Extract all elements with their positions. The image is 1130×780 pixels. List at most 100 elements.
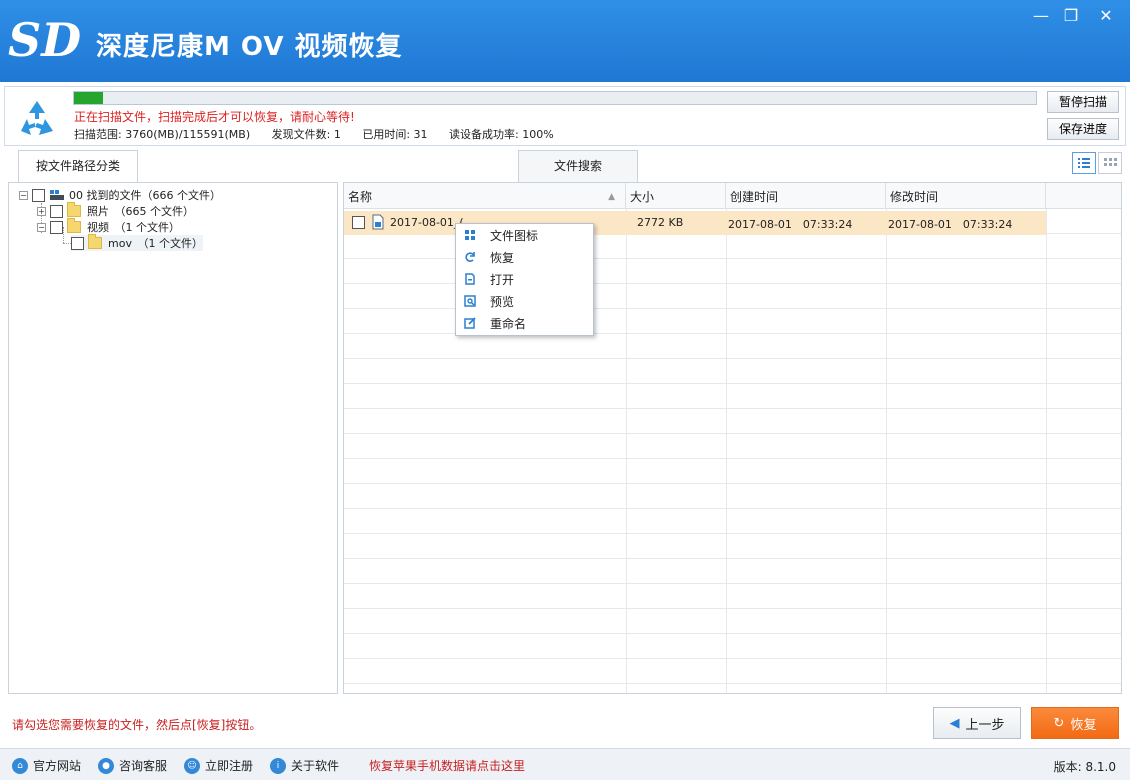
grid-divider [626, 209, 627, 693]
grid-icon [465, 230, 475, 240]
root-checkbox[interactable] [32, 188, 45, 202]
table-row-empty [344, 384, 1121, 409]
scan-status-text: 正在扫描文件，扫描完成后才可以恢复，请耐心等待! [74, 110, 355, 124]
menu-item-label: 重命名 [490, 316, 527, 331]
files-found: 发现文件数: 1 [271, 128, 341, 141]
version-label: 版本: 8.1.0 [1053, 760, 1116, 774]
table-row-empty [344, 434, 1121, 459]
collapse-icon[interactable]: − [19, 190, 28, 200]
table-row-empty [344, 484, 1121, 509]
grid-divider [1046, 209, 1047, 693]
recover-hint: 请勾选您需要恢复的文件，然后点[恢复]按钮。 [12, 718, 262, 732]
recover-button[interactable]: ↻ 恢复 [1031, 707, 1119, 739]
row-checkbox[interactable] [352, 216, 365, 229]
menu-item-label: 预览 [490, 294, 515, 309]
list-view-icon [1078, 158, 1090, 168]
scan-range: 扫描范围: 3760(MB)/115591(MB) [74, 128, 251, 141]
grid-view-icon [1104, 158, 1117, 166]
info-icon: i [270, 757, 286, 774]
table-row-empty [344, 534, 1121, 559]
home-icon: ⌂ [12, 757, 28, 774]
photos-checkbox[interactable] [50, 204, 63, 218]
collapse-icon[interactable]: − [37, 222, 46, 232]
recycle-icon [21, 101, 53, 135]
cell-created-time: 2017-08-01 07:33:24 [728, 218, 853, 231]
menu-item-file-icon[interactable]: 文件图标 [456, 224, 593, 246]
pause-scan-button[interactable]: 暂停扫描 [1047, 91, 1119, 113]
tree-item-root[interactable]: − 00 找到的文件（666 个文件） [19, 187, 221, 203]
back-button[interactable]: ◀ 上一步 [933, 707, 1021, 739]
tab-file-search[interactable]: 文件搜索 [518, 150, 638, 182]
menu-item-label: 恢复 [490, 250, 515, 265]
mov-checkbox[interactable] [71, 236, 84, 250]
table-row-empty [344, 559, 1121, 584]
tree-label: 照片 （665 个文件） [87, 205, 194, 218]
grid-divider [726, 209, 727, 693]
scan-progress-bar [73, 91, 1037, 105]
register-link[interactable]: ☺ 立即注册 [184, 757, 253, 774]
grid-view-button[interactable] [1098, 152, 1122, 174]
arrow-left-icon: ◀ [949, 715, 960, 731]
videos-checkbox[interactable] [50, 220, 63, 234]
table-row-empty [344, 609, 1121, 634]
save-progress-button[interactable]: 保存进度 [1047, 118, 1119, 140]
context-menu: 文件图标 恢复 打开 预览 重命名 [455, 223, 594, 336]
table-row-empty [344, 509, 1121, 534]
table-row-empty [344, 659, 1121, 684]
official-website-link[interactable]: ⌂ 官方网站 [12, 757, 81, 774]
close-button[interactable]: ✕ [1091, 4, 1121, 28]
expand-icon[interactable]: + [37, 206, 46, 216]
grid-divider [886, 209, 887, 693]
refresh-icon: ↻ [1053, 715, 1065, 731]
menu-item-open[interactable]: 打开 [456, 268, 593, 290]
list-header: 名称 ▲ 大小 创建时间 修改时间 [344, 183, 1121, 209]
elapsed-time: 已用时间: 31 [362, 128, 428, 141]
tree-label: 00 找到的文件（666 个文件） [69, 189, 221, 202]
column-header-size[interactable]: 大小 [626, 183, 726, 209]
refresh-icon [465, 252, 475, 262]
list-view-button[interactable] [1072, 152, 1096, 174]
sd-logo-icon: SD [8, 13, 81, 66]
customer-service-link[interactable]: ● 咨询客服 [98, 757, 167, 774]
column-header-name[interactable]: 名称 ▲ [344, 183, 626, 209]
table-row-empty [344, 334, 1121, 359]
minimize-button[interactable]: — [1026, 4, 1056, 28]
column-header-modified[interactable]: 修改时间 [886, 183, 1046, 209]
menu-item-label: 打开 [490, 272, 515, 287]
cell-file-name: 2017-08-01_( [390, 216, 464, 229]
file-icon [465, 273, 475, 285]
table-row-empty [344, 409, 1121, 434]
folder-icon [67, 202, 81, 217]
folder-icon [67, 218, 81, 233]
read-success-rate: 读设备成功率: 100% [449, 128, 554, 141]
table-row-empty [344, 584, 1121, 609]
preview-icon [464, 295, 476, 307]
tree-item-mov[interactable]: mov （1 个文件） [71, 234, 203, 251]
tab-by-path[interactable]: 按文件路径分类 [18, 150, 138, 182]
footer-label: 官方网站 [33, 759, 82, 773]
folder-tree: − 00 找到的文件（666 个文件） + 照片 （665 个文件） − 视频 … [8, 182, 338, 694]
scan-progress-fill [74, 92, 103, 104]
scan-stats: 扫描范围: 3760(MB)/115591(MB) 发现文件数: 1 已用时间:… [74, 126, 572, 142]
menu-item-preview[interactable]: 预览 [456, 290, 593, 312]
menu-item-recover[interactable]: 恢复 [456, 246, 593, 268]
about-link[interactable]: i 关于软件 [270, 757, 339, 774]
column-header-created[interactable]: 创建时间 [726, 183, 886, 209]
tree-item-photos[interactable]: + 照片 （665 个文件） [37, 202, 194, 219]
tree-item-videos[interactable]: − 视频 （1 个文件） [37, 218, 180, 235]
recover-button-label: 恢复 [1070, 717, 1097, 733]
folder-icon [88, 234, 102, 249]
drive-icon [50, 190, 64, 200]
footer-label: 咨询客服 [119, 759, 168, 773]
menu-item-rename[interactable]: 重命名 [456, 312, 593, 334]
footer: ⌂ 官方网站 ● 咨询客服 ☺ 立即注册 i 关于软件 恢复苹果手机数据请点击这… [0, 748, 1130, 780]
table-row-empty [344, 359, 1121, 384]
user-icon: ☺ [184, 757, 200, 774]
restore-button[interactable]: ❐ [1056, 4, 1086, 28]
apple-recovery-link[interactable]: 恢复苹果手机数据请点击这里 [369, 757, 525, 774]
video-file-icon [372, 214, 384, 230]
tree-label: 视频 （1 个文件） [87, 221, 180, 234]
svg-text:SD: SD [8, 13, 81, 66]
menu-item-label: 文件图标 [490, 228, 539, 243]
chat-icon: ● [98, 757, 114, 774]
